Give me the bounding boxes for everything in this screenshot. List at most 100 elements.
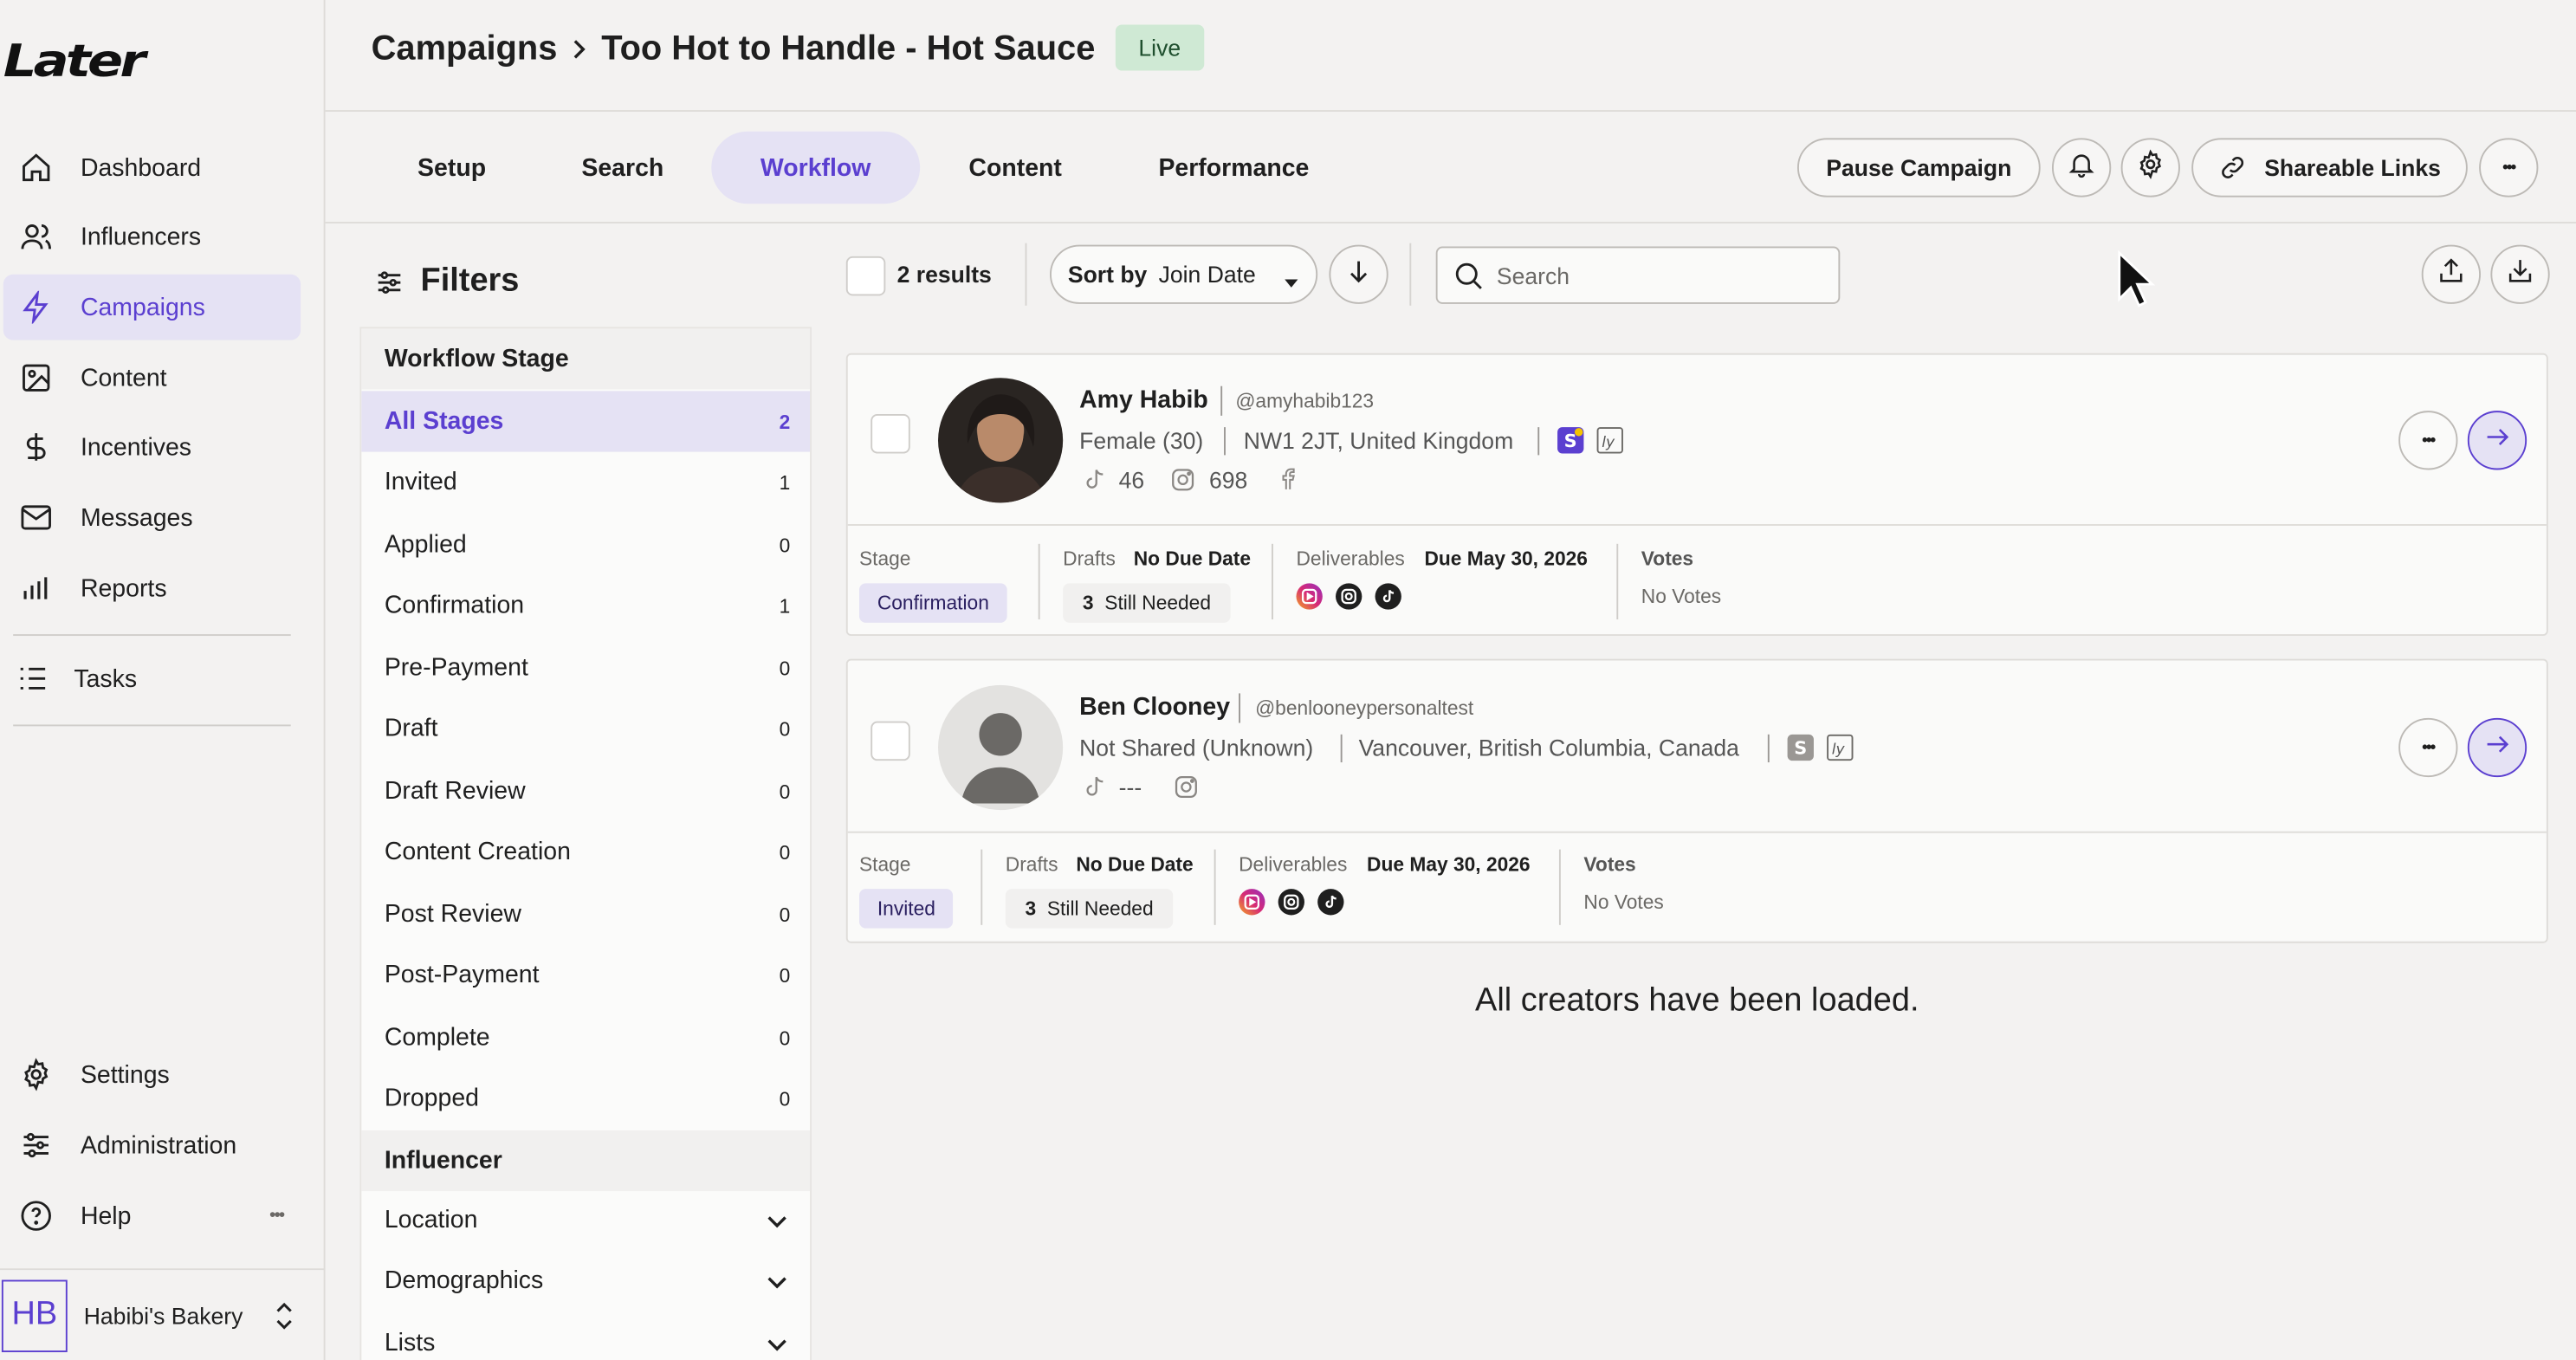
workflow-stage-header: Workflow Stage: [361, 328, 811, 390]
sidebar-item-dashboard[interactable]: Dashboard: [3, 135, 301, 201]
instagram-icon: [1169, 467, 1195, 502]
still-needed-count: 3: [1082, 591, 1094, 615]
sidebar-item-messages[interactable]: Messages: [3, 485, 301, 551]
open-creator-button[interactable]: [2467, 717, 2527, 778]
caret-down-icon: [1283, 269, 1299, 295]
tab-workflow[interactable]: Workflow: [711, 131, 921, 204]
stage-filter-draft-review[interactable]: Draft Review 0: [361, 761, 810, 821]
creator-card: Ben Clooney @benlooneypersonaltest Not S…: [845, 658, 2548, 943]
sidebar-item-label: Campaigns: [80, 293, 205, 321]
select-all-checkbox[interactable]: [845, 256, 886, 296]
more-options-button[interactable]: •••: [2479, 138, 2539, 198]
breadcrumb-campaigns[interactable]: Campaigns: [372, 29, 558, 69]
still-needed-badge: 3 Still Needed: [1005, 889, 1174, 929]
search-input[interactable]: Search: [1435, 246, 1841, 304]
sidebar: Later Dashboard Influencers Campaigns Co…: [0, 0, 326, 1360]
home-icon: [18, 150, 55, 186]
stage-filter-count: 0: [779, 533, 791, 557]
drafts-due: No Due Date: [1133, 547, 1252, 571]
stage-filter-draft[interactable]: Draft 0: [361, 698, 810, 759]
creator-more-button[interactable]: •••: [2398, 717, 2458, 778]
export-button[interactable]: [2421, 244, 2482, 304]
sidebar-item-administration[interactable]: Administration: [3, 1112, 301, 1178]
filter-demographics[interactable]: Demographics: [361, 1250, 810, 1311]
open-creator-button[interactable]: [2467, 411, 2527, 470]
stage-filter-post-payment[interactable]: Post-Payment 0: [361, 945, 810, 1006]
shareable-links-button[interactable]: Shareable Links: [2191, 138, 2468, 198]
creator-name[interactable]: Ben Clooney: [1079, 693, 1230, 721]
bell-icon: [2067, 149, 2096, 187]
help-more-icon[interactable]: •••: [269, 1206, 285, 1226]
stage-filter-content-creation[interactable]: Content Creation 0: [361, 821, 810, 882]
stage-filter-all[interactable]: All Stages 2: [361, 391, 811, 452]
stage-filter-complete[interactable]: Complete 0: [361, 1007, 810, 1068]
download-button[interactable]: [2490, 244, 2550, 304]
tab-setup[interactable]: Setup: [374, 132, 528, 204]
info-separator: [1537, 427, 1540, 456]
campaign-settings-button[interactable]: [2120, 138, 2180, 198]
stage-filter-count: 0: [779, 903, 791, 926]
stage-filter-label: Post Review: [384, 900, 521, 929]
stage-filter-confirmation[interactable]: Confirmation 1: [361, 575, 810, 636]
sort-label: Sort by: [1067, 261, 1148, 288]
search-placeholder: Search: [1496, 262, 1570, 288]
stage-filter-count: 0: [779, 1086, 791, 1111]
account-switcher[interactable]: HB Habibi's Bakery: [0, 1268, 326, 1360]
account-avatar: HB: [1, 1279, 68, 1352]
stage-filter-post-review[interactable]: Post Review 0: [361, 884, 810, 944]
tab-performance[interactable]: Performance: [1130, 132, 1337, 204]
gear-icon: [18, 1057, 55, 1093]
stage-filter-applied[interactable]: Applied 0: [361, 515, 810, 575]
still-needed-label: Still Needed: [1104, 591, 1212, 615]
notifications-button[interactable]: [2051, 138, 2112, 198]
tiktok-deliverable-icon: [1375, 583, 1401, 610]
list-icon: [15, 660, 51, 696]
arrow-down-icon: [1344, 256, 1374, 294]
stage-filter-invited[interactable]: Invited 1: [361, 452, 810, 513]
stage-badge: Confirmation: [858, 583, 1007, 623]
chevron-down-icon: [764, 1268, 790, 1301]
filter-sliders-icon: [374, 267, 404, 296]
instagram-icon: [1173, 774, 1199, 808]
sidebar-item-tasks[interactable]: Tasks: [0, 645, 297, 711]
pause-campaign-button[interactable]: Pause Campaign: [1796, 138, 2041, 198]
stage-filter-label: Complete: [384, 1023, 490, 1052]
filter-label: Lists: [384, 1329, 436, 1357]
creator-name[interactable]: Amy Habib: [1079, 386, 1208, 414]
sidebar-item-content[interactable]: Content: [3, 345, 301, 411]
avatar[interactable]: [938, 378, 1064, 503]
dollar-icon: [18, 429, 55, 465]
creator-more-button[interactable]: •••: [2398, 411, 2458, 470]
avatar-placeholder[interactable]: [938, 684, 1064, 811]
image-icon: [18, 359, 55, 396]
sidebar-divider: [13, 724, 291, 727]
sort-select[interactable]: Sort by Join Date: [1049, 244, 1318, 304]
votes-label: Votes: [1641, 547, 1694, 571]
shareable-links-label: Shareable Links: [2264, 154, 2441, 181]
stage-filter-label: Pre-Payment: [384, 653, 528, 683]
tab-search[interactable]: Search: [546, 132, 700, 204]
sort-direction-button[interactable]: [1329, 244, 1388, 304]
stage-filter-pre-payment[interactable]: Pre-Payment 0: [361, 638, 810, 698]
filter-location[interactable]: Location: [361, 1189, 810, 1250]
influencer-header: Influencer: [361, 1130, 811, 1192]
tab-content[interactable]: Content: [936, 132, 1094, 204]
sidebar-item-incentives[interactable]: Incentives: [3, 414, 301, 480]
sidebar-item-influencers[interactable]: Influencers: [3, 204, 301, 269]
filter-lists[interactable]: Lists: [361, 1312, 810, 1360]
sidebar-item-campaigns[interactable]: Campaigns: [3, 274, 301, 340]
drafts-label: Drafts: [1005, 852, 1058, 876]
info-separator: [1767, 734, 1770, 763]
sidebar-item-settings[interactable]: Settings: [3, 1042, 301, 1108]
svg-text:ly: ly: [1602, 434, 1615, 451]
later-logo[interactable]: Later: [3, 35, 146, 87]
creator-checkbox[interactable]: [871, 413, 910, 454]
creator-checkbox[interactable]: [871, 721, 910, 761]
sidebar-item-reports[interactable]: Reports: [3, 555, 301, 621]
shopify-badge-icon: S: [1787, 734, 1814, 761]
stage-filter-count: 2: [779, 410, 791, 433]
stage-filter-count: 0: [779, 840, 791, 864]
stage-filter-dropped[interactable]: Dropped 0: [361, 1068, 810, 1129]
sidebar-item-help[interactable]: Help •••: [3, 1183, 301, 1249]
stage-filter-label: Content Creation: [384, 838, 571, 866]
